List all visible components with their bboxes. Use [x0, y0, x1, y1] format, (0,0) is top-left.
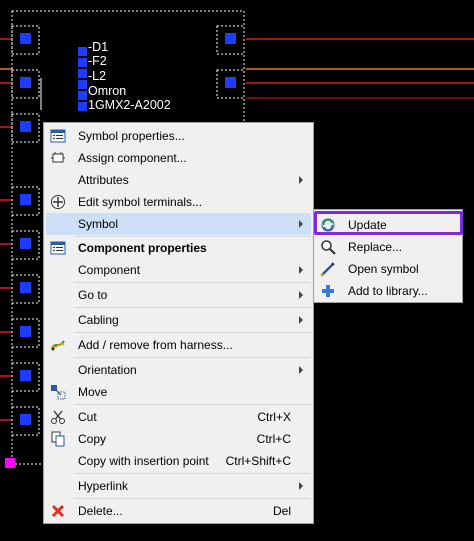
- chevron-right-icon: [299, 482, 303, 490]
- menu-item-label: Copy with insertion point: [78, 454, 209, 468]
- chevron-right-icon: [299, 316, 303, 324]
- menu-item-cut[interactable]: Cut Ctrl+X: [46, 406, 311, 428]
- chevron-right-icon: [299, 291, 303, 299]
- menu-item-hyperlink[interactable]: Hyperlink: [46, 475, 311, 497]
- menu-item-shortcut: Del: [272, 504, 291, 518]
- chevron-right-icon: [299, 176, 303, 184]
- menu-item-label: Symbol properties...: [78, 129, 185, 143]
- chevron-right-icon: [299, 366, 303, 374]
- component-properties-icon: [50, 241, 66, 255]
- submenu-item-label: Replace...: [348, 240, 403, 254]
- menu-item-cabling[interactable]: Cabling: [46, 309, 311, 331]
- menu-item-move[interactable]: Move: [46, 381, 311, 403]
- menu-item-label: Cabling: [78, 313, 119, 327]
- menu-separator: [74, 498, 311, 499]
- menu-item-label: Cut: [78, 410, 97, 424]
- menu-item-orientation[interactable]: Orientation: [46, 359, 311, 381]
- terminal[interactable]: [78, 58, 87, 67]
- menu-item-label: Component properties: [78, 241, 207, 255]
- terminal[interactable]: [20, 370, 31, 381]
- menu-item-label: Copy: [78, 432, 107, 446]
- terminal[interactable]: [225, 77, 236, 88]
- terminal[interactable]: [20, 238, 31, 249]
- add-library-icon: [322, 285, 334, 297]
- symbol-location-label: -L2: [88, 69, 107, 83]
- menu-item-attributes[interactable]: Attributes: [46, 169, 311, 191]
- menu-item-label: Go to: [78, 288, 108, 302]
- menu-item-symbol[interactable]: Symbol: [46, 213, 311, 235]
- terminal[interactable]: [20, 282, 31, 293]
- terminal[interactable]: [78, 91, 87, 100]
- assign-component-icon: [51, 152, 65, 163]
- menu-item-assign-component[interactable]: Assign component...: [46, 147, 311, 169]
- menu-item-component[interactable]: Component: [46, 259, 311, 281]
- menu-item-shortcut: Ctrl+Shift+C: [225, 454, 291, 468]
- menu-separator: [74, 404, 311, 405]
- copy-icon: [51, 431, 65, 447]
- cut-icon: [51, 410, 65, 424]
- menu-item-delete[interactable]: Delete... Del: [46, 500, 311, 522]
- submenu-item-replace[interactable]: Replace...: [316, 236, 460, 258]
- terminal[interactable]: [225, 33, 236, 44]
- menu-item-copy-with-insertion-point[interactable]: Copy with insertion point Ctrl+Shift+C: [46, 450, 311, 472]
- symbol-manufacturer-label: Omron: [88, 84, 127, 98]
- submenu-item-open-symbol[interactable]: Open symbol: [316, 258, 460, 280]
- menu-item-label: Add / remove from harness...: [78, 338, 233, 352]
- delete-icon: [51, 504, 65, 518]
- menu-item-label: Move: [78, 385, 108, 399]
- symbol-properties-icon: [50, 129, 66, 143]
- menu-item-label: Assign component...: [78, 151, 187, 165]
- terminal[interactable]: [78, 102, 87, 111]
- menu-item-label: Edit symbol terminals...: [78, 195, 203, 209]
- submenu-item-add-to-library[interactable]: Add to library...: [316, 280, 460, 302]
- terminal[interactable]: [78, 80, 87, 89]
- terminal[interactable]: [20, 33, 31, 44]
- menu-item-component-properties[interactable]: Component properties: [46, 237, 311, 259]
- symbol-function-label: -F2: [88, 54, 107, 68]
- menu-item-label: Symbol: [78, 217, 119, 231]
- harness-icon: [51, 340, 65, 351]
- open-symbol-icon: [320, 262, 335, 277]
- move-icon: [51, 385, 66, 400]
- menu-item-label: Attributes: [78, 173, 129, 187]
- submenu-item-label: Open symbol: [348, 262, 419, 276]
- symbol-tag-label: -D1: [88, 40, 109, 54]
- terminal[interactable]: [20, 121, 31, 132]
- terminal[interactable]: [20, 77, 31, 88]
- menu-item-copy[interactable]: Copy Ctrl+C: [46, 428, 311, 450]
- symbol-reference-label: 1GMX2-A2002: [88, 98, 171, 112]
- menu-item-label: Hyperlink: [78, 479, 129, 493]
- terminal[interactable]: [78, 47, 87, 56]
- menu-item-go-to[interactable]: Go to: [46, 284, 311, 306]
- insertion-point-marker[interactable]: [5, 458, 15, 468]
- terminal[interactable]: [20, 414, 31, 425]
- menu-separator: [74, 332, 311, 333]
- menu-separator: [74, 357, 311, 358]
- menu-separator: [74, 282, 311, 283]
- menu-item-harness[interactable]: Add / remove from harness...: [46, 334, 311, 356]
- menu-separator: [74, 307, 311, 308]
- context-menu: Symbol properties... Assign component...…: [43, 122, 314, 524]
- replace-icon: [321, 240, 336, 255]
- menu-item-symbol-properties[interactable]: Symbol properties...: [46, 125, 311, 147]
- submenu-item-label: Add to library...: [348, 284, 428, 298]
- focus-highlight-update: [314, 211, 463, 235]
- chevron-right-icon: [299, 220, 303, 228]
- chevron-right-icon: [299, 266, 303, 274]
- menu-item-label: Component: [78, 263, 141, 277]
- menu-item-label: Orientation: [78, 363, 137, 377]
- menu-item-shortcut: Ctrl+X: [257, 410, 291, 424]
- terminal[interactable]: [78, 69, 87, 78]
- terminal[interactable]: [20, 326, 31, 337]
- menu-item-label: Delete...: [78, 504, 123, 518]
- menu-item-edit-symbol-terminals[interactable]: Edit symbol terminals...: [46, 191, 311, 213]
- menu-item-shortcut: Ctrl+C: [256, 432, 291, 446]
- edit-terminals-icon: [51, 195, 65, 209]
- menu-separator: [74, 473, 311, 474]
- terminal[interactable]: [20, 194, 31, 205]
